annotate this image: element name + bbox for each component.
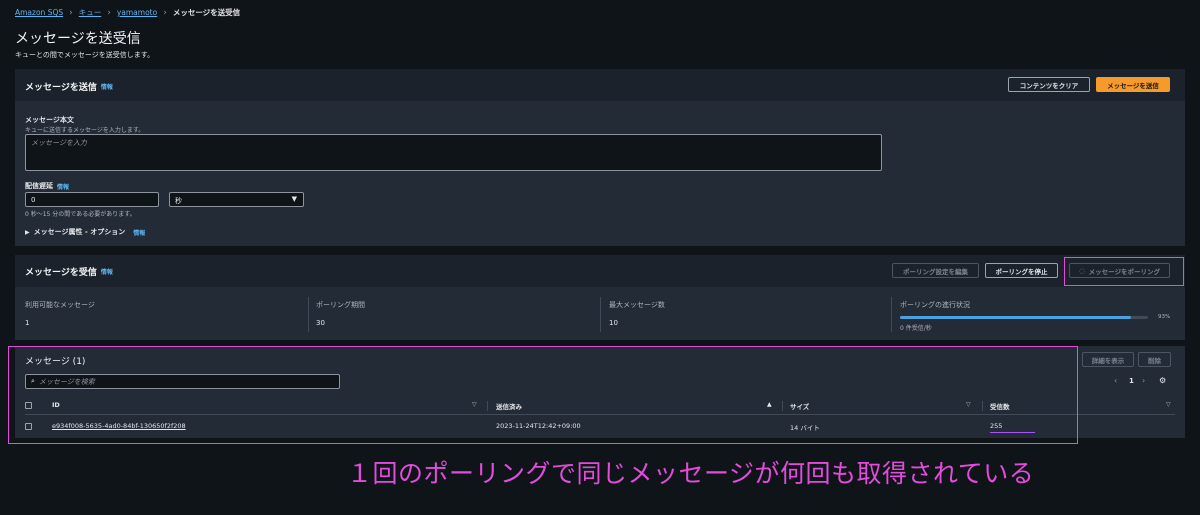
delay-value: 0 — [31, 196, 36, 204]
stat-available-value: 1 — [25, 319, 30, 327]
page-number[interactable]: 1 — [1129, 377, 1134, 385]
send-info-link[interactable]: 情報 — [101, 82, 113, 91]
clear-content-button[interactable]: コンテンツをクリア — [1008, 77, 1090, 92]
message-body-hint: キューに送信するメッセージを入力します。 — [25, 127, 145, 134]
delay-label-group: 配信遅延 情報 — [25, 181, 69, 191]
delay-info-link[interactable]: 情報 — [57, 182, 69, 191]
stat-duration-label: ポーリング期間 — [316, 301, 365, 309]
polling-progress-bar — [900, 316, 1148, 319]
stat-duration-value: 30 — [316, 319, 325, 327]
delay-unit-value: 秒 — [175, 197, 182, 205]
polling-progress-fill — [900, 316, 1131, 319]
receive-title-group: メッセージを受信 情報 — [25, 265, 113, 278]
stat-divider — [308, 297, 309, 332]
receive-title: メッセージを受信 — [25, 268, 97, 278]
stat-available-label: 利用可能なメッセージ — [25, 301, 95, 309]
stat-max-value: 10 — [609, 319, 618, 327]
send-title-group: メッセージを送信 情報 — [25, 80, 113, 93]
page-title: メッセージを送受信 — [15, 31, 141, 47]
stat-progress-label: ポーリングの進行状況 — [900, 301, 970, 309]
next-page-icon[interactable]: › — [1142, 376, 1145, 385]
delay-input[interactable]: 0 — [25, 192, 159, 207]
stat-divider — [600, 297, 601, 332]
highlight-poll-button — [1064, 257, 1184, 286]
polling-progress-percent: 93% — [1158, 314, 1171, 320]
stat-max-label: 最大メッセージ数 — [609, 301, 665, 309]
chevron-right-icon: › — [107, 7, 111, 18]
chevron-right-icon: › — [163, 7, 167, 18]
caret-down-icon: ▼ — [291, 195, 297, 203]
receive-info-link[interactable]: 情報 — [101, 267, 113, 276]
message-body-textarea[interactable]: メッセージを入力 — [25, 134, 882, 171]
prev-page-icon[interactable]: ‹ — [1114, 376, 1117, 385]
breadcrumb-queue[interactable]: yamamoto — [117, 8, 157, 17]
delay-hint: 0 秒～15 分の間である必要があります。 — [25, 211, 136, 218]
send-title: メッセージを送信 — [25, 83, 97, 93]
delete-button[interactable]: 削除 — [1138, 352, 1171, 367]
page-description: キューとの間でメッセージを送受信します。 — [15, 51, 155, 59]
attributes-expander[interactable]: ▶ メッセージ属性 - オプション 情報 — [25, 227, 145, 237]
breadcrumb-queues[interactable]: キュー — [79, 7, 102, 18]
edit-polling-settings-button[interactable]: ポーリング設定を編集 — [892, 263, 979, 278]
sort-icon[interactable]: ▽ — [1166, 401, 1171, 408]
message-body-label: メッセージ本文 — [25, 116, 74, 124]
delay-label: 配信遅延 — [25, 182, 53, 190]
stat-progress-value: 0 件受信/秒 — [900, 325, 932, 332]
send-message-button[interactable]: メッセージを送信 — [1096, 77, 1170, 92]
view-details-button[interactable]: 詳細を表示 — [1082, 352, 1134, 367]
attributes-info-link[interactable]: 情報 — [133, 228, 145, 237]
stat-divider — [891, 297, 892, 332]
annotation-text: １回のポーリングで同じメッセージが何回も取得されている — [347, 459, 1035, 488]
attributes-label: メッセージ属性 - オプション — [33, 228, 126, 236]
caret-right-icon: ▶ — [25, 228, 30, 236]
breadcrumb-current: メッセージを送受信 — [172, 8, 241, 17]
stop-polling-button[interactable]: ポーリングを停止 — [985, 263, 1058, 278]
breadcrumb-sqs[interactable]: Amazon SQS — [15, 8, 63, 17]
settings-gear-icon[interactable]: ⚙ — [1159, 376, 1166, 385]
breadcrumb: Amazon SQS › キュー › yamamoto › メッセージを送受信 — [15, 7, 240, 18]
message-body-placeholder: メッセージを入力 — [31, 139, 87, 147]
highlight-messages — [8, 346, 1078, 444]
chevron-right-icon: › — [69, 7, 73, 18]
delay-unit-select[interactable]: 秒 ▼ — [169, 192, 304, 207]
